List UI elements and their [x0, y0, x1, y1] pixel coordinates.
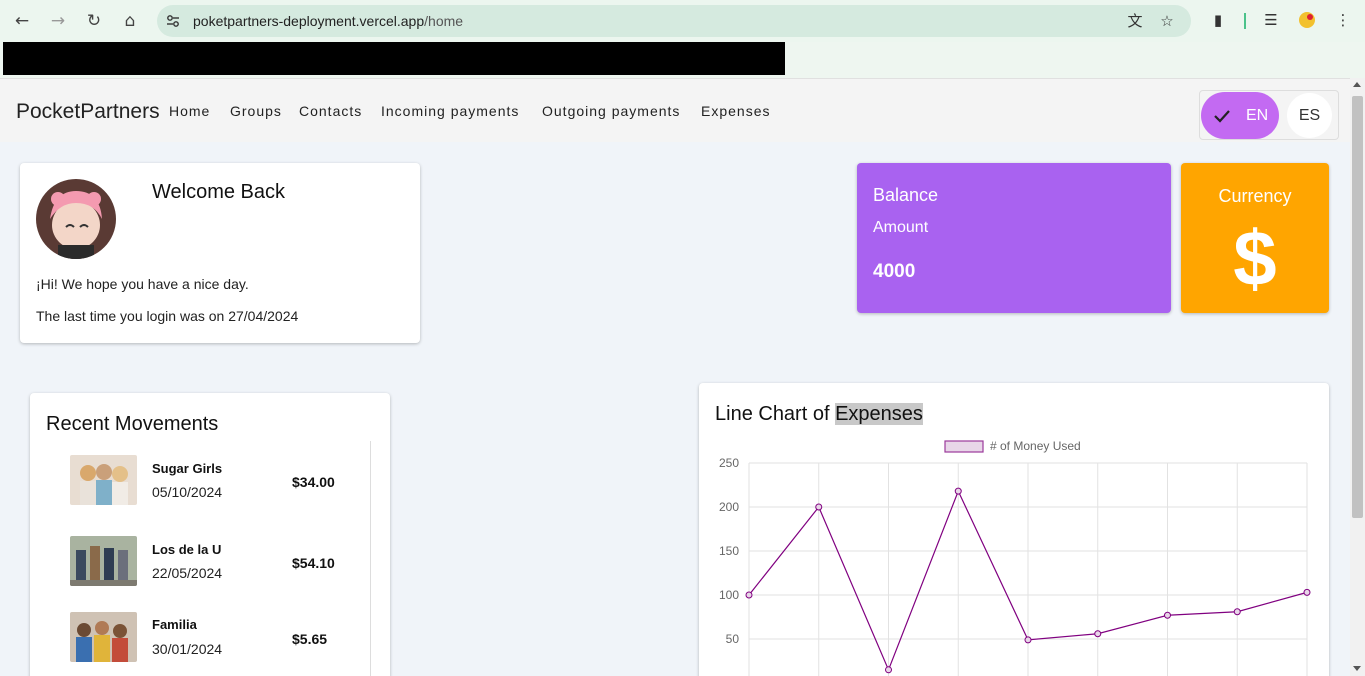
balance-title: Balance — [873, 185, 939, 205]
y-tick-label: 200 — [719, 500, 739, 514]
recent-movements-title: Recent Movements — [46, 413, 219, 435]
scroll-up-icon[interactable] — [1353, 82, 1361, 87]
site-info-icon[interactable] — [165, 13, 181, 29]
movement-name: Familia — [152, 617, 197, 632]
welcome-title: Welcome Back — [152, 181, 286, 203]
toolbar-divider — [1244, 13, 1246, 29]
line-chart: # of Money Used 250 200 150 100 50 — [719, 439, 1311, 676]
data-point — [1303, 588, 1311, 596]
dollar-icon: $ — [1233, 214, 1277, 302]
brand-logo[interactable]: PocketPartners — [16, 100, 160, 124]
profile-extension-icon[interactable] — [1297, 10, 1317, 30]
expenses-chart-card: Line Chart of Expenses # of Money Used 25… — [699, 383, 1329, 676]
movement-amount: $54.10 — [292, 555, 335, 571]
nav-groups[interactable]: Groups — [230, 103, 282, 119]
address-bar[interactable]: poketpartners-deployment.vercel.app/home… — [157, 5, 1191, 37]
scroll-down-icon[interactable] — [1353, 666, 1361, 671]
nav-incoming-payments[interactable]: Incoming payments — [381, 103, 519, 119]
extensions-icon[interactable]: ▮ — [1208, 10, 1228, 30]
lang-en-button[interactable]: EN — [1201, 92, 1279, 139]
avatar — [36, 179, 116, 259]
more-menu-icon[interactable]: ⋮ — [1333, 10, 1353, 30]
recent-movements-card: Recent Movements Sugar Girls 05/10/2024 … — [30, 393, 390, 676]
nav-outgoing-payments[interactable]: Outgoing payments — [542, 103, 680, 119]
redacted-bar — [3, 42, 785, 75]
balance-card: Balance Amount 4000 — [857, 163, 1171, 313]
currency-title: Currency — [1218, 186, 1292, 206]
group-photo-familia — [70, 612, 137, 662]
data-point — [1024, 636, 1032, 644]
lang-en-label: EN — [1246, 107, 1269, 124]
forward-icon[interactable]: → — [46, 9, 70, 33]
check-icon — [1214, 110, 1230, 123]
data-point — [1233, 608, 1241, 616]
movement-date: 05/10/2024 — [152, 484, 223, 500]
app-header: PocketPartners Home Groups Contacts Inco… — [0, 78, 1350, 142]
group-photo-los-de-la-u — [70, 536, 137, 586]
legend-label: # of Money Used — [990, 439, 1081, 453]
page-scrollbar[interactable] — [1350, 78, 1365, 676]
movement-date: 30/01/2024 — [152, 641, 223, 657]
back-icon[interactable]: ← — [10, 9, 34, 33]
data-point — [815, 503, 823, 511]
movement-date: 22/05/2024 — [152, 565, 223, 581]
url-text[interactable]: poketpartners-deployment.vercel.app/home — [193, 13, 463, 29]
data-point — [745, 591, 753, 599]
browser-toolbar: ← → ↻ ⌂ poketpartners-deployment.vercel.… — [0, 0, 1365, 42]
y-tick-label: 50 — [726, 632, 740, 646]
scroll-thumb[interactable] — [1352, 96, 1363, 518]
balance-value: 4000 — [873, 261, 916, 282]
media-queue-icon[interactable]: ☰ — [1261, 10, 1281, 30]
language-toggle: EN ES — [1199, 90, 1339, 140]
y-tick-label: 150 — [719, 544, 739, 558]
welcome-card: Welcome Back ¡Hi! We hope you have a nic… — [20, 163, 420, 343]
last-login-text: The last time you login was on 27/04/202… — [36, 308, 299, 324]
translate-icon[interactable]: 文 — [1126, 12, 1144, 30]
bookmark-star-icon[interactable]: ☆ — [1158, 12, 1176, 30]
home-icon[interactable]: ⌂ — [118, 9, 142, 33]
data-point — [954, 487, 962, 495]
data-point — [885, 666, 892, 674]
reload-icon[interactable]: ↻ — [82, 9, 106, 33]
movement-name: Los de la U — [152, 542, 222, 557]
group-photo-sugar-girls — [70, 455, 137, 505]
y-tick-label: 250 — [719, 456, 739, 470]
legend-swatch — [944, 440, 984, 453]
divider — [370, 441, 371, 676]
nav-expenses[interactable]: Expenses — [701, 103, 770, 119]
movement-name: Sugar Girls — [152, 461, 223, 476]
currency-card: Currency $ — [1181, 163, 1329, 313]
balance-label: Amount — [873, 219, 929, 236]
y-tick-label: 100 — [719, 588, 739, 602]
greeting-text: ¡Hi! We hope you have a nice day. — [36, 276, 249, 292]
movement-amount: $5.65 — [292, 631, 328, 647]
nav-home[interactable]: Home — [169, 103, 210, 119]
nav-contacts[interactable]: Contacts — [299, 103, 362, 119]
lang-es-button[interactable]: ES — [1287, 93, 1332, 138]
data-point — [1094, 630, 1102, 638]
data-point — [1164, 611, 1171, 619]
movement-amount: $34.00 — [292, 474, 335, 490]
